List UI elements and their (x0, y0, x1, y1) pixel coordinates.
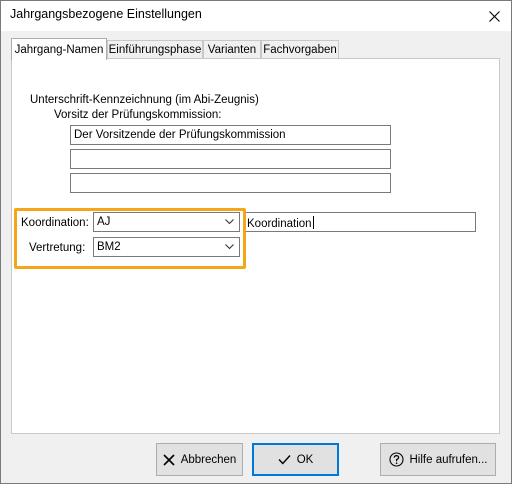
help-icon (388, 452, 404, 467)
dialog-window: Jahrgangsbezogene Einstellungen Jahrgang… (0, 0, 512, 484)
tab-label: Varianten (207, 44, 257, 56)
window-title: Jahrgangsbezogene Einstellungen (10, 7, 202, 21)
ok-button-label: OK (296, 453, 314, 466)
help-button-label: Hilfe aufrufen... (409, 453, 488, 466)
tab-label: Jahrgang-Namen (14, 43, 104, 56)
highlight-frame (14, 208, 246, 269)
chair-label: Vorsitz der Prüfungskommission: (54, 109, 222, 121)
close-icon (163, 453, 175, 466)
cancel-button[interactable]: Abbrechen (156, 443, 243, 476)
signature-line-1-text: Der Vorsitzende der Prüfungskommission (74, 129, 286, 141)
help-button[interactable]: Hilfe aufrufen... (380, 443, 496, 476)
signature-line-2-input[interactable] (70, 149, 391, 169)
close-icon (488, 10, 500, 22)
tab-label: Einführungsphase (108, 44, 202, 56)
tab-jahrgang-namen[interactable]: Jahrgang-Namen (11, 38, 107, 60)
koordination-text-input[interactable]: Koordination (243, 212, 476, 232)
tab-einfuehrungsphase[interactable]: Einführungsphase (107, 40, 203, 59)
signature-line-1-input[interactable]: Der Vorsitzende der Prüfungskommission (70, 125, 391, 145)
tab-fachvorgaben[interactable]: Fachvorgaben (261, 40, 339, 59)
koordination-text-value: Koordination (247, 218, 312, 230)
signature-line-3-input[interactable] (70, 173, 391, 193)
text-cursor (312, 216, 314, 229)
checkmark-icon (278, 455, 291, 465)
tab-label: Fachvorgaben (263, 44, 337, 56)
ok-button[interactable]: OK (252, 443, 339, 476)
signature-section-label: Unterschrift-Kennzeichnung (im Abi-Zeugn… (30, 94, 259, 106)
cancel-button-label: Abbrechen (180, 453, 237, 466)
tab-varianten[interactable]: Varianten (203, 40, 261, 59)
close-button[interactable] (477, 1, 511, 31)
title-bar: Jahrgangsbezogene Einstellungen (1, 1, 511, 31)
